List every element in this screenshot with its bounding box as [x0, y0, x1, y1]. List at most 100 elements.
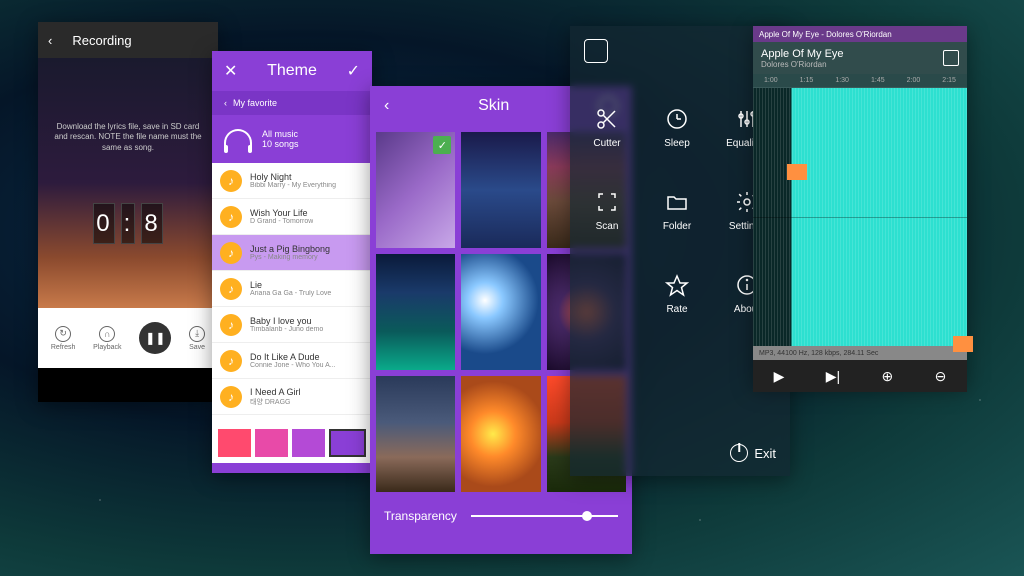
- track-artist: Dolores O'Riordan: [761, 60, 844, 69]
- song-artist: Ariana Ga Ga - Truly Love: [250, 290, 331, 297]
- song-name: Lie: [250, 280, 331, 290]
- song-row[interactable]: ♪ I Need A Girl태양 DRAGG: [212, 379, 372, 415]
- cutter-button[interactable]: Cutter: [584, 106, 630, 149]
- track-header: Apple Of My Eye Dolores O'Riordan: [753, 42, 967, 74]
- song-row[interactable]: ♪ LieAriana Ga Ga - Truly Love: [212, 271, 372, 307]
- playback-button[interactable]: ∩Playback: [93, 326, 121, 351]
- skin-title: Skin: [478, 97, 509, 115]
- tick-label: 1:30: [835, 77, 849, 84]
- recording-panel: ‹ Recording Download the lyrics file, sa…: [38, 22, 218, 402]
- song-artist: Pys - Making memory: [250, 254, 330, 261]
- theme-header: ✕ Theme ✓: [212, 51, 372, 91]
- playback-icon: ∩: [99, 326, 115, 342]
- shirt-icon[interactable]: [584, 39, 608, 63]
- star-icon: [664, 272, 690, 298]
- transparency-label: Transparency: [384, 509, 457, 523]
- skin-thumbnail[interactable]: [376, 376, 455, 492]
- zoom-in-button[interactable]: ⊕: [882, 368, 894, 385]
- waveform-panel: Apple Of My Eye - Dolores O'Riordan Appl…: [753, 26, 967, 386]
- time-ruler: 1:001:151:301:452:002:15: [753, 74, 967, 88]
- tick-label: 1:45: [871, 77, 885, 84]
- song-artist: D Grand - Tomorrow: [250, 218, 313, 225]
- scan-icon: [594, 189, 620, 215]
- allmusic-row[interactable]: All music10 songs: [212, 115, 372, 163]
- song-name: Baby I love you: [250, 316, 323, 326]
- color-swatch[interactable]: [292, 429, 325, 457]
- note-icon: ♪: [220, 206, 242, 228]
- clock-icon: [664, 106, 690, 132]
- song-list: ♪ Holy NightBibbi Marry - My Everything ♪W…: [212, 163, 372, 423]
- skin-thumbnail[interactable]: [461, 132, 540, 248]
- recording-title: Recording: [72, 33, 131, 48]
- song-name: Holy Night: [250, 172, 336, 182]
- note-icon: ♪: [220, 278, 242, 300]
- rate-button[interactable]: Rate: [654, 272, 700, 315]
- recording-body: Download the lyrics file, save in SD car…: [38, 58, 218, 308]
- skin-thumbnail[interactable]: [461, 254, 540, 370]
- zoom-out-button[interactable]: ⊖: [935, 368, 947, 385]
- recording-counter: 0 : 8: [93, 203, 162, 244]
- power-icon: [730, 444, 748, 462]
- note-icon: ♪: [220, 242, 242, 264]
- theme-title: Theme: [267, 62, 317, 80]
- recording-controls: ↻Refresh ∩Playback ❚❚ ⤓Save: [38, 308, 218, 368]
- refresh-button[interactable]: ↻Refresh: [51, 326, 76, 351]
- tick-label: 1:15: [800, 77, 814, 84]
- back-icon[interactable]: ‹: [384, 97, 389, 115]
- pause-button[interactable]: ❚❚: [139, 322, 171, 354]
- song-row[interactable]: ♪Wish Your LifeD Grand - Tomorrow: [212, 199, 372, 235]
- color-swatches: [212, 423, 372, 463]
- song-row[interactable]: ♪Do It Like A DudeConnie Jone - Who You …: [212, 343, 372, 379]
- song-artist: Connie Jone - Who You A...: [250, 362, 336, 369]
- confirm-icon[interactable]: ✓: [347, 61, 360, 81]
- note-icon: ♪: [220, 314, 242, 336]
- headphones-icon: [224, 129, 252, 149]
- song-row[interactable]: ♪ Just a Pig BingbongPys - Making memory: [212, 235, 372, 271]
- song-name: I Need A Girl: [250, 387, 301, 397]
- color-swatch[interactable]: [255, 429, 288, 457]
- tick-label: 2:15: [942, 77, 956, 84]
- song-row[interactable]: ♪ Holy NightBibbi Marry - My Everything: [212, 163, 372, 199]
- folder-icon: [664, 189, 690, 215]
- skin-thumbnail[interactable]: [376, 254, 455, 370]
- folder-button[interactable]: Folder: [654, 189, 700, 232]
- note-icon: ♪: [220, 386, 242, 408]
- scan-button[interactable]: Scan: [584, 189, 630, 232]
- note-icon: ♪: [220, 170, 242, 192]
- back-icon[interactable]: ‹: [48, 33, 52, 48]
- color-swatch[interactable]: [329, 429, 366, 457]
- skin-thumbnail[interactable]: [461, 376, 540, 492]
- close-icon[interactable]: ✕: [224, 61, 237, 81]
- color-swatch[interactable]: [218, 429, 251, 457]
- transparency-slider[interactable]: [471, 515, 618, 517]
- favorites-row[interactable]: ‹My favorite: [212, 91, 372, 115]
- exit-button[interactable]: Exit: [730, 444, 776, 462]
- audio-info: MP3, 44100 Hz, 128 kbps, 284.11 Sec: [753, 346, 967, 360]
- save-icon[interactable]: [943, 50, 959, 66]
- recording-hint: Download the lyrics file, save in SD car…: [50, 122, 206, 153]
- next-button[interactable]: ▶|: [826, 368, 840, 385]
- song-artist: Bibbi Marry - My Everything: [250, 182, 336, 189]
- window-titlebar: Apple Of My Eye - Dolores O'Riordan: [753, 26, 967, 42]
- save-icon: ⤓: [189, 326, 205, 342]
- play-button[interactable]: ▶: [774, 368, 785, 385]
- recording-header: ‹ Recording: [38, 22, 218, 58]
- refresh-icon: ↻: [55, 326, 71, 342]
- player-controls: ▶ ▶| ⊕ ⊖: [753, 360, 967, 392]
- tick-label: 2:00: [907, 77, 921, 84]
- check-icon: ✓: [433, 136, 451, 154]
- song-artist: 태양 DRAGG: [250, 397, 301, 407]
- skin-thumbnail[interactable]: ✓: [376, 132, 455, 248]
- save-button[interactable]: ⤓Save: [189, 326, 205, 351]
- sleep-button[interactable]: Sleep: [654, 106, 700, 149]
- transparency-row: Transparency: [370, 498, 632, 534]
- song-name: Do It Like A Dude: [250, 352, 336, 362]
- track-name: Apple Of My Eye: [761, 48, 844, 60]
- end-marker[interactable]: [953, 336, 973, 352]
- waveform-display[interactable]: [753, 88, 967, 346]
- start-marker[interactable]: [787, 164, 807, 180]
- song-row[interactable]: ♪Baby I love youTimbalanb - Juno demo: [212, 307, 372, 343]
- song-name: Just a Pig Bingbong: [250, 244, 330, 254]
- scissors-icon: [594, 106, 620, 132]
- chevron-left-icon: ‹: [224, 98, 227, 108]
